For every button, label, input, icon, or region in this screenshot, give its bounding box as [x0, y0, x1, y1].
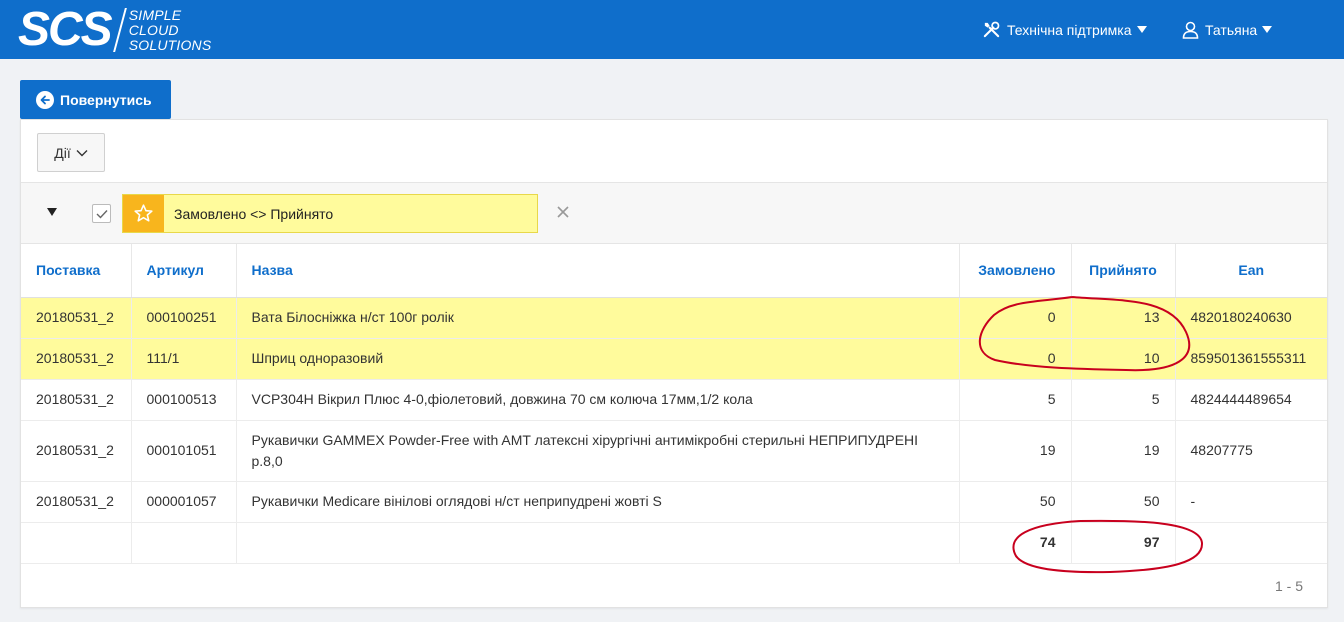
filter-chip[interactable]: Замовлено <> Прийнято: [122, 194, 538, 233]
column-header-ean[interactable]: Ean: [1175, 244, 1327, 298]
user-menu-label: Татьяна: [1205, 21, 1258, 38]
actions-menu-button[interactable]: Дії: [37, 133, 105, 172]
logo-word-2: CLOUD: [128, 21, 179, 38]
column-header-name[interactable]: Назва: [236, 244, 960, 298]
table-row: 20180531_2 111/1 Шприц одноразовий 0 10 …: [21, 338, 1327, 380]
cell-article: 000100251: [131, 297, 237, 339]
cell-delivery: 20180531_2: [21, 338, 132, 380]
cell-empty: [1175, 522, 1327, 564]
support-menu[interactable]: Технічна підтримка: [982, 0, 1147, 59]
cell-article: 000101051: [131, 420, 237, 482]
total-received: 97: [1071, 522, 1176, 564]
cell-empty: [21, 522, 132, 564]
top-navigation-bar: SCS SIMPLE CLOUD SOLUTIONS Технічна підт…: [0, 0, 1344, 59]
caret-down-icon: [1262, 26, 1273, 33]
column-header-article[interactable]: Артикул: [131, 244, 237, 298]
cell-delivery: 20180531_2: [21, 379, 132, 421]
column-header-received[interactable]: Прийнято: [1071, 244, 1176, 298]
cell-received: 13: [1071, 297, 1176, 339]
cell-received: 5: [1071, 379, 1176, 421]
cell-ean: 859501361555311: [1175, 338, 1327, 380]
caret-down-icon: [1136, 26, 1147, 33]
tools-icon: [983, 21, 1000, 38]
pagination-range: 1 - 5: [1274, 578, 1303, 594]
back-button[interactable]: Повернутись: [20, 80, 171, 119]
cell-ordered: 0: [959, 338, 1072, 380]
cell-empty: [131, 522, 237, 564]
cell-name: VCP304H Вікрил Плюс 4-0,фіолетовий, довж…: [236, 379, 960, 421]
cell-delivery: 20180531_2: [21, 481, 132, 523]
filter-bar: Замовлено <> Прийнято: [21, 183, 1327, 244]
user-menu[interactable]: Татьяна: [1182, 0, 1273, 59]
cell-received: 19: [1071, 420, 1176, 482]
cell-name: Рукавички GAMMEX Powder-Free with AMT ла…: [236, 420, 960, 482]
cell-received: 50: [1071, 481, 1176, 523]
cell-name: Рукавички Medicare вінілові оглядові н/с…: [236, 481, 960, 523]
column-header-ordered[interactable]: Замовлено: [959, 244, 1072, 298]
user-icon: [1182, 21, 1199, 39]
back-button-label: Повернутись: [60, 91, 152, 108]
cell-article: 000001057: [131, 481, 237, 523]
cell-name: Шприц одноразовий: [236, 338, 960, 380]
cell-article: 000100513: [131, 379, 237, 421]
table-row: 20180531_2 000101051 Рукавички GAMMEX Po…: [21, 420, 1327, 482]
cell-ean: 4824444489654: [1175, 379, 1327, 421]
filter-enable-checkbox[interactable]: [92, 204, 111, 223]
table-header-row: Поставка Артикул Назва Замовлено Прийнят…: [21, 244, 1327, 298]
cell-article: 111/1: [131, 338, 237, 380]
cell-ean: -: [1175, 481, 1327, 523]
column-header-delivery[interactable]: Поставка: [21, 244, 132, 298]
star-icon: [123, 195, 164, 232]
cell-received: 10: [1071, 338, 1176, 380]
logo-mark: SCS: [18, 3, 113, 56]
cell-delivery: 20180531_2: [21, 420, 132, 482]
close-icon[interactable]: [556, 205, 570, 219]
support-menu-label: Технічна підтримка: [1007, 21, 1132, 38]
table-row: 20180531_2 000100513 VCP304H Вікрил Плюс…: [21, 379, 1327, 421]
cell-ordered: 50: [959, 481, 1072, 523]
arrow-left-circle-icon: [36, 90, 54, 109]
collapse-triangle-icon[interactable]: [47, 208, 57, 216]
cell-ean: 48207775: [1175, 420, 1327, 482]
actions-toolbar: Дії: [21, 120, 1327, 183]
logo-word-1: SIMPLE: [128, 6, 182, 23]
logo-word-3: SOLUTIONS: [128, 36, 212, 53]
cell-ordered: 19: [959, 420, 1072, 482]
logo-tagline: SIMPLE CLOUD SOLUTIONS: [128, 6, 212, 53]
actions-menu-label: Дії: [54, 144, 71, 161]
scs-logo[interactable]: SCS SIMPLE CLOUD SOLUTIONS: [18, 4, 211, 56]
checkmark-icon: [96, 209, 108, 219]
totals-row: 74 97: [21, 522, 1327, 564]
report-table: Поставка Артикул Назва Замовлено Прийнят…: [21, 244, 1327, 564]
cell-empty: [236, 522, 960, 564]
table-row: 20180531_2 000001057 Рукавички Medicare …: [21, 481, 1327, 523]
cell-delivery: 20180531_2: [21, 297, 132, 339]
table-row: 20180531_2 000100251 Вата Білосніжка н/с…: [21, 297, 1327, 339]
cell-ordered: 0: [959, 297, 1072, 339]
cell-name: Вата Білосніжка н/ст 100г ролік: [236, 297, 960, 339]
logo-divider: [112, 8, 127, 52]
report-panel: Дії Замовлено <> Прийнято Поставка Артик…: [20, 119, 1328, 608]
chevron-down-icon: [76, 149, 88, 156]
cell-ordered: 5: [959, 379, 1072, 421]
total-ordered: 74: [959, 522, 1072, 564]
cell-ean: 4820180240630: [1175, 297, 1327, 339]
filter-chip-label: Замовлено <> Прийнято: [174, 205, 334, 222]
